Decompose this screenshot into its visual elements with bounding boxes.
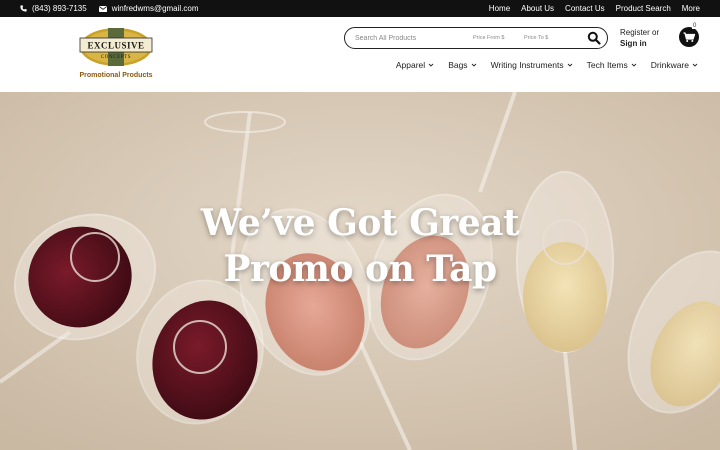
- hero-banner: We’ve Got Great Promo on Tap: [0, 92, 720, 450]
- nav-item-apparel[interactable]: Apparel: [396, 59, 434, 71]
- site-header: EXCLUSIVE CONCEPTS Promotional Products …: [0, 17, 720, 92]
- logo-tagline: Promotional Products: [79, 72, 153, 79]
- top-links: Home About Us Contact Us Product Search …: [489, 0, 700, 17]
- logo[interactable]: EXCLUSIVE CONCEPTS Promotional Products: [78, 27, 154, 83]
- nav-item-drinkware[interactable]: Drinkware: [651, 59, 698, 71]
- logo-mark: EXCLUSIVE CONCEPTS: [79, 28, 153, 66]
- price-from-input[interactable]: [473, 32, 519, 44]
- envelope-icon: [98, 5, 107, 12]
- sign-in-link[interactable]: Sign in: [620, 38, 659, 49]
- phone-icon: [20, 5, 27, 12]
- search-button[interactable]: [587, 31, 601, 45]
- chevron-down-icon: [471, 63, 476, 67]
- nav-item-label: Bags: [448, 60, 468, 70]
- chevron-down-icon: [692, 63, 698, 67]
- top-link-about-us[interactable]: About Us: [521, 4, 554, 13]
- chevron-down-icon: [567, 63, 572, 67]
- email-contact[interactable]: winfredwms@gmail.com: [98, 4, 199, 13]
- cart-icon: [683, 32, 696, 42]
- nav-item-label: Drinkware: [650, 60, 689, 70]
- cart-button[interactable]: [679, 27, 699, 47]
- top-bar: (843) 893-7135 winfredwms@gmail.com Home…: [0, 0, 720, 17]
- account-links: Register or Sign in: [620, 27, 659, 49]
- chevron-down-icon: [631, 63, 637, 67]
- hero-line-2: Promo on Tap: [223, 248, 497, 290]
- nav-item-label: Apparel: [395, 60, 426, 70]
- logo-line1: EXCLUSIVE: [87, 41, 144, 51]
- logo-line2: CONCEPTS: [101, 55, 131, 60]
- search-icon: [587, 31, 601, 45]
- top-link-home[interactable]: Home: [489, 4, 510, 13]
- search-bar: [344, 27, 608, 49]
- phone-contact[interactable]: (843) 893-7135: [20, 4, 87, 13]
- cart-count: 0: [692, 23, 698, 29]
- nav-item-label: Tech Items: [586, 60, 628, 70]
- email-address: winfredwms@gmail.com: [111, 4, 199, 13]
- contact-info: (843) 893-7135 winfredwms@gmail.com: [20, 0, 199, 17]
- price-to-input[interactable]: [524, 32, 570, 44]
- nav-item-writing-instruments[interactable]: Writing Instruments: [491, 59, 573, 71]
- top-link-product-search[interactable]: Product Search: [616, 4, 671, 13]
- top-link-contact-us[interactable]: Contact Us: [565, 4, 605, 13]
- search-input[interactable]: [355, 31, 470, 45]
- register-link[interactable]: Register or: [620, 27, 659, 38]
- nav-item-label: Writing Instruments: [490, 60, 564, 70]
- chevron-down-icon: [428, 63, 434, 67]
- nav-item-bags[interactable]: Bags: [448, 59, 476, 71]
- hero-headline: We’ve Got Great Promo on Tap: [160, 200, 560, 292]
- phone-number: (843) 893-7135: [32, 4, 87, 13]
- top-link-more[interactable]: More: [682, 4, 700, 13]
- hero-line-1: We’ve Got Great: [200, 202, 520, 244]
- nav-item-tech-items[interactable]: Tech Items: [587, 59, 637, 71]
- main-nav: Apparel Bags Writing Instruments Tech It…: [396, 59, 698, 71]
